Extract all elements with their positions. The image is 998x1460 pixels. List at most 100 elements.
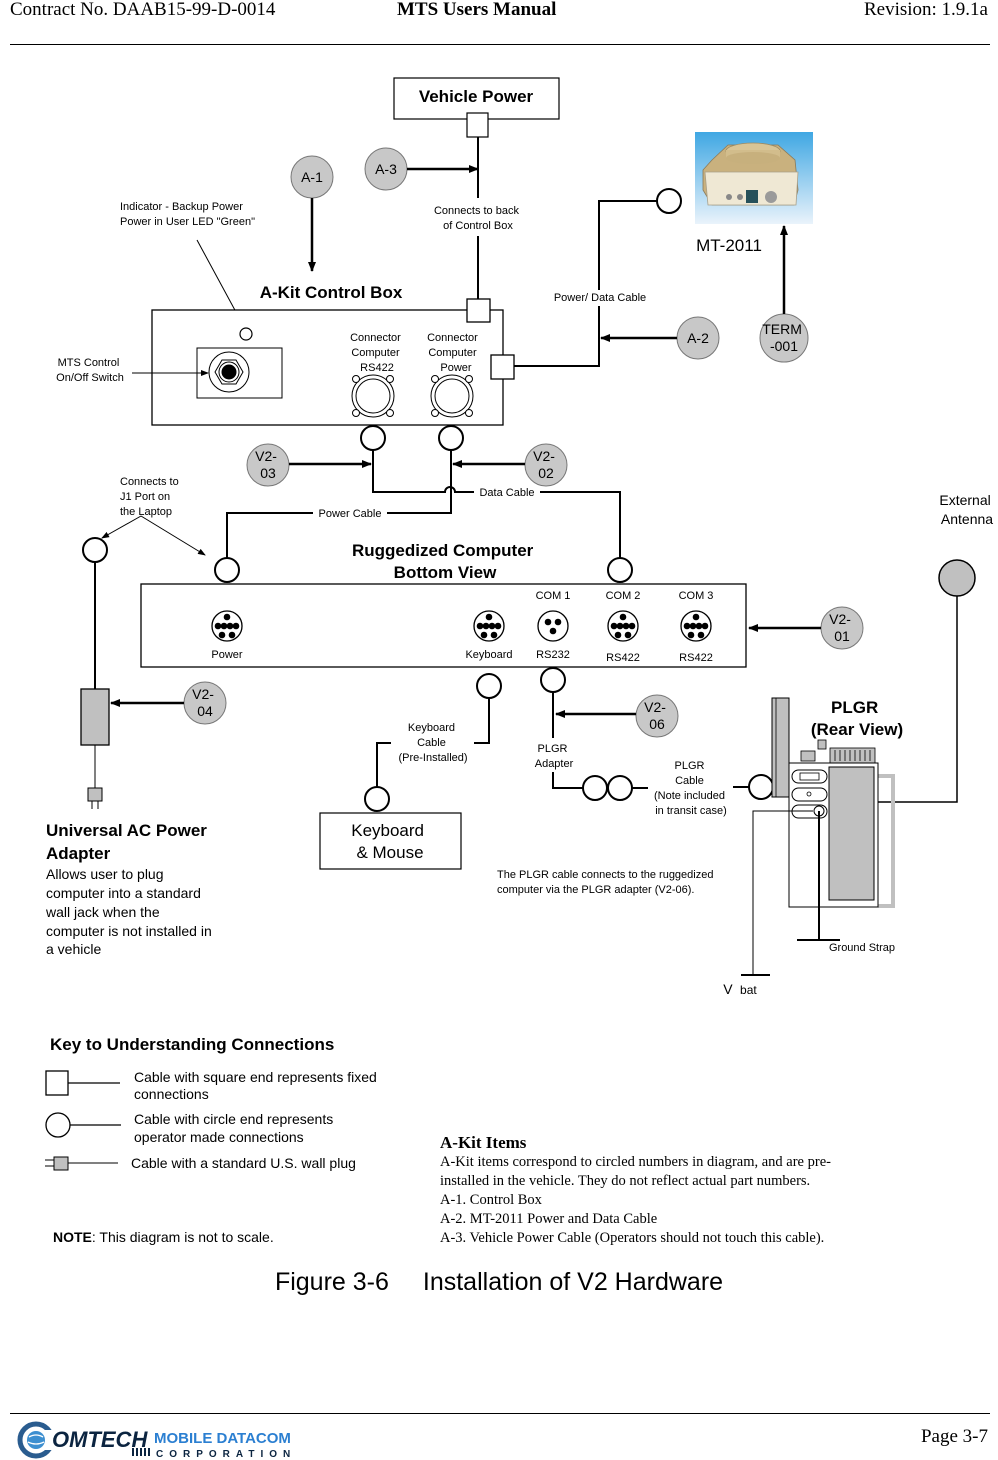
pin: [616, 622, 624, 630]
power-cable: [387, 450, 452, 514]
pin: [226, 622, 234, 630]
svg-text:A-3: A-3: [375, 161, 397, 177]
control-box-title: A-Kit Control Box: [260, 283, 403, 302]
key-plug-symbol: [45, 1156, 118, 1171]
operator-connector-circle: [656, 188, 682, 214]
figure-title: Installation of V2 Hardware: [422, 1268, 724, 1296]
callout-a2: A-2: [676, 316, 720, 360]
pin: [554, 618, 562, 626]
pin: [214, 622, 222, 630]
installation-diagram: Vehicle Power Connects to back of Contro…: [45, 77, 994, 1245]
port-bottom-label: Power: [211, 649, 243, 661]
led-indicator: [239, 327, 253, 341]
ac-adapter-description: Allows user to plug computer into a stan…: [45, 866, 216, 957]
logo-brand-text: MOBILE DATACOM: [154, 1430, 291, 1447]
data-cable-label: Data Cable: [479, 487, 534, 499]
pin: [610, 622, 618, 630]
pin: [622, 622, 630, 630]
port-bottom-label: RS422: [679, 652, 713, 664]
operator-connector-circle: [364, 786, 390, 812]
keyboard-cable-label: Keyboard Cable (Pre-Installed): [398, 722, 467, 764]
footer-rule: [10, 1413, 990, 1414]
akit-items-title: A-Kit Items: [440, 1133, 527, 1152]
external-antenna: [938, 559, 976, 597]
on-off-switch[interactable]: [196, 347, 283, 399]
pin: [687, 631, 695, 639]
akit-items-section: A-Kit Items A-Kit items correspond to ci…: [440, 1133, 880, 1248]
operator-connector-circle: [607, 557, 633, 583]
operator-connector-circle: [540, 667, 566, 693]
mt2011-label: MT-2011: [696, 236, 762, 255]
pin: [488, 622, 496, 630]
fixed-connector-square: [466, 298, 491, 323]
connects-j1-label: Connects to J1 Port on the Laptop: [120, 476, 182, 518]
keyboard-cable: [474, 698, 490, 744]
operator-connector-circle: [214, 557, 240, 583]
operator-connector-circle: [438, 425, 464, 451]
power-data-cable-label: Power/ Data Cable: [554, 292, 646, 304]
operator-connector-circle: [360, 425, 386, 451]
port-power: Power: [211, 610, 243, 661]
key-circle-symbol: [45, 1112, 121, 1138]
data-cable: [372, 450, 474, 493]
operator-connector-circle: [82, 537, 108, 563]
vehicle-power-box: Vehicle Power: [393, 77, 560, 138]
pin: [683, 622, 691, 630]
callout-v2-02: V2- 02: [524, 443, 568, 487]
pin: [692, 613, 700, 621]
ground-strap-label: Ground Strap: [829, 942, 895, 954]
mts-switch-label: MTS Control On/Off Switch: [56, 357, 124, 384]
pin: [624, 631, 632, 639]
fixed-connector-square: [466, 112, 489, 138]
port-top-label: COM 3: [679, 590, 714, 602]
plgr-cable-label: PLGR Cable (Note included in transit cas…: [654, 760, 728, 817]
plgr-title: PLGR (Rear View): [811, 698, 903, 739]
figure-number: Figure 3-6: [274, 1268, 389, 1296]
external-antenna-label: External Antenna: [939, 492, 994, 527]
pin: [628, 622, 636, 630]
figure-caption: Figure 3-6 Installation of V2 Hardware: [0, 1268, 998, 1297]
callout-v2-01: V2- 01: [820, 606, 864, 650]
j1-pointer-left: [101, 515, 142, 539]
port-rs232: COM 1 RS232: [536, 590, 571, 661]
akit-item: A-3. Vehicle Power Cable (Operators shou…: [440, 1230, 825, 1246]
pin: [482, 622, 490, 630]
pin: [218, 631, 226, 639]
pin: [494, 622, 502, 630]
callout-term001: TERM -001: [759, 313, 809, 363]
pin: [476, 622, 484, 630]
pin: [697, 631, 705, 639]
connects-back-label: Connects to back of Control Box: [434, 205, 522, 232]
port-bottom-label: RS232: [536, 649, 570, 661]
pin: [490, 631, 498, 639]
vehicle-power-label: Vehicle Power: [419, 87, 534, 106]
operator-connector-circle: [607, 775, 633, 801]
vbat-label: V bat: [723, 981, 757, 998]
pin: [485, 613, 493, 621]
pin: [689, 622, 697, 630]
power-cable-label: Power Cable: [319, 508, 382, 520]
plgr-adapter-label: PLGR Adapter: [535, 743, 574, 770]
port-rs422: COM 3 RS422: [679, 590, 714, 664]
key-circle-label: Cable with circle end represents operato…: [134, 1111, 337, 1145]
power-data-cable: [514, 306, 600, 367]
akit-item: A-2. MT-2011 Power and Data Cable: [440, 1211, 658, 1227]
ac-adapter-title: Universal AC Power Adapter: [46, 821, 212, 863]
computer-title: Ruggedized Computer Bottom View: [352, 541, 538, 582]
key-plug-label: Cable with a standard U.S. wall plug: [131, 1155, 356, 1171]
callout-v2-06: V2- 06: [635, 694, 679, 738]
page-number: Page 3-7: [920, 1426, 988, 1447]
akit-item: A-1. Control Box: [440, 1192, 542, 1208]
key-square-label: Cable with square end represents fixed c…: [134, 1069, 381, 1102]
callout-a3: A-3: [364, 147, 408, 191]
port-top-label: COM 2: [606, 590, 641, 602]
pin: [695, 622, 703, 630]
ac-adapter-brick: [80, 688, 110, 746]
mt2011-terminal-image: [695, 132, 813, 224]
wall-plug-icon: [87, 787, 103, 809]
pin: [619, 613, 627, 621]
callout-a1: A-1: [290, 155, 334, 199]
plgr-note: The PLGR cable connects to the ruggedize…: [497, 869, 717, 896]
pin: [220, 622, 228, 630]
comtech-logo: OMTECH MOBILE DATACOM CORPORATION: [17, 1421, 291, 1460]
